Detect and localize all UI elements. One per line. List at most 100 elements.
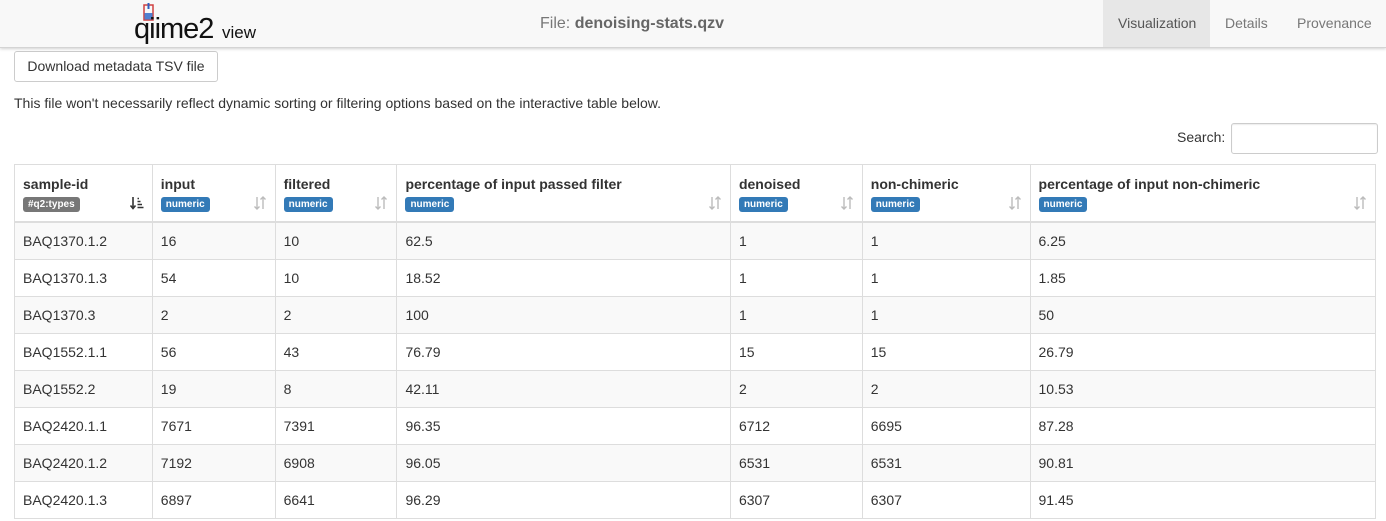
cell-sample-id: BAQ1370.3 bbox=[15, 297, 153, 333]
column-name: percentage of input non-chimeric bbox=[1038, 176, 1261, 192]
cell-percentage-non-chimeric: 87.28 bbox=[1038, 418, 1074, 434]
cell-percentage-non-chimeric: 91.45 bbox=[1038, 492, 1074, 508]
cell-sample-id: BAQ2420.1.3 bbox=[15, 482, 153, 518]
sort-icon[interactable] bbox=[253, 196, 267, 210]
cell-filtered: 8 bbox=[276, 371, 398, 407]
sort-icon[interactable] bbox=[1008, 196, 1022, 210]
cell-sample-id: BAQ1370.1.3 bbox=[15, 260, 153, 296]
column-header-filtered[interactable]: filtered numeric bbox=[276, 165, 398, 221]
table-row: BAQ1370.1.3 54 10 18.52 1 1 1.85 bbox=[15, 260, 1375, 297]
type-badge: #q2:types bbox=[23, 197, 80, 212]
download-metadata-button[interactable]: Download metadata TSV file bbox=[14, 51, 218, 82]
column-name: percentage of input passed filter bbox=[405, 176, 622, 192]
table-row: BAQ2420.1.1 7671 7391 96.35 6712 6695 87… bbox=[15, 408, 1375, 445]
cell-percentage-passed-filter: 42.11 bbox=[397, 371, 731, 407]
type-badge: numeric bbox=[283, 197, 333, 212]
cell-percentage-passed-filter: 100 bbox=[397, 297, 731, 333]
cell-percentage-passed-filter: 96.35 bbox=[397, 408, 731, 444]
cell-non-chimeric: 6531 bbox=[863, 445, 1031, 481]
cell-filtered: 43 bbox=[276, 334, 398, 370]
cell-percentage-non-chimeric: 26.79 bbox=[1038, 344, 1074, 360]
brand-sub: view bbox=[222, 23, 257, 42]
table-row: BAQ1370.1.2 16 10 62.5 1 1 6.25 bbox=[15, 223, 1375, 260]
column-name: sample-id bbox=[23, 176, 89, 192]
navbar: qiime2 view File: denoising-stats.qzv Vi… bbox=[0, 0, 1386, 48]
column-name: filtered bbox=[283, 176, 331, 192]
type-badge: numeric bbox=[1038, 197, 1088, 212]
cell-input: 7192 bbox=[153, 445, 276, 481]
cell-non-chimeric: 15 bbox=[863, 334, 1031, 370]
cell-input: 19 bbox=[153, 371, 276, 407]
cell-sample-id: BAQ2420.1.2 bbox=[15, 445, 153, 481]
cell-denoised: 6307 bbox=[731, 482, 863, 518]
sort-icon[interactable] bbox=[840, 196, 854, 210]
cell-input: 7671 bbox=[153, 408, 276, 444]
type-badge: numeric bbox=[870, 197, 920, 212]
sort-ascending-icon[interactable] bbox=[129, 196, 144, 210]
cell-sample-id: BAQ1552.1.1 bbox=[15, 334, 153, 370]
cell-percentage-non-chimeric: 50 bbox=[1038, 307, 1055, 323]
type-badge: numeric bbox=[405, 197, 455, 212]
cell-percentage-passed-filter: 76.79 bbox=[397, 334, 731, 370]
cell-non-chimeric: 2 bbox=[863, 371, 1031, 407]
sort-icon[interactable] bbox=[1353, 196, 1367, 210]
table-row: BAQ2420.1.2 7192 6908 96.05 6531 6531 90… bbox=[15, 445, 1375, 482]
cell-denoised: 1 bbox=[731, 260, 863, 296]
cell-filtered: 7391 bbox=[276, 408, 398, 444]
file-title: File: denoising-stats.qzv bbox=[540, 15, 724, 33]
download-note: This file won't necessarily reflect dyna… bbox=[14, 95, 662, 111]
cell-denoised: 6531 bbox=[731, 445, 863, 481]
cell-percentage-passed-filter: 96.29 bbox=[397, 482, 731, 518]
cell-sample-id: BAQ1552.2 bbox=[15, 371, 153, 407]
search-input[interactable] bbox=[1231, 123, 1378, 154]
cell-percentage-non-chimeric: 90.81 bbox=[1038, 455, 1074, 471]
column-header-sample-id[interactable]: sample-id #q2:types bbox=[15, 165, 153, 221]
type-badge: numeric bbox=[738, 197, 788, 212]
cell-sample-id: BAQ2420.1.1 bbox=[15, 408, 153, 444]
nav-tabs: Visualization Details Provenance bbox=[1103, 0, 1386, 47]
column-header-percentage-passed-filter[interactable]: percentage of input passed filter numeri… bbox=[397, 165, 731, 221]
cell-percentage-passed-filter: 18.52 bbox=[397, 260, 731, 296]
brand-main: qiime2 bbox=[134, 13, 214, 45]
type-badge: numeric bbox=[160, 197, 210, 212]
table-row: BAQ1370.3 2 2 100 1 1 50 bbox=[15, 297, 1375, 334]
cell-denoised: 15 bbox=[731, 334, 863, 370]
sort-icon[interactable] bbox=[708, 196, 722, 210]
cell-denoised: 1 bbox=[731, 297, 863, 333]
cell-input: 56 bbox=[153, 334, 276, 370]
sort-icon[interactable] bbox=[374, 196, 388, 210]
cell-denoised: 6712 bbox=[731, 408, 863, 444]
cell-percentage-non-chimeric: 10.53 bbox=[1038, 381, 1074, 397]
cell-non-chimeric: 1 bbox=[863, 223, 1031, 259]
cell-filtered: 6908 bbox=[276, 445, 398, 481]
column-header-denoised[interactable]: denoised numeric bbox=[731, 165, 863, 221]
table-row: BAQ1552.2 19 8 42.11 2 2 10.53 bbox=[15, 371, 1375, 408]
column-header-percentage-non-chimeric[interactable]: percentage of input non-chimeric numeric bbox=[1031, 165, 1375, 221]
cell-input: 2 bbox=[153, 297, 276, 333]
metadata-table: sample-id #q2:types input numeric filter… bbox=[14, 164, 1376, 519]
file-label: File: bbox=[540, 15, 571, 32]
cell-sample-id: BAQ1370.1.2 bbox=[15, 223, 153, 259]
cell-non-chimeric: 6307 bbox=[863, 482, 1031, 518]
qiime2-view-logo[interactable]: qiime2 view bbox=[134, 3, 264, 45]
table-header-row: sample-id #q2:types input numeric filter… bbox=[15, 165, 1375, 223]
file-name: denoising-stats.qzv bbox=[574, 15, 725, 32]
column-header-non-chimeric[interactable]: non-chimeric numeric bbox=[863, 165, 1031, 221]
cell-denoised: 1 bbox=[731, 223, 863, 259]
tab-provenance[interactable]: Provenance bbox=[1282, 0, 1386, 47]
table-row: BAQ1552.1.1 56 43 76.79 15 15 26.79 bbox=[15, 334, 1375, 371]
search-label: Search: bbox=[1177, 129, 1226, 145]
cell-input: 16 bbox=[153, 223, 276, 259]
cell-non-chimeric: 1 bbox=[863, 297, 1031, 333]
cell-input: 6897 bbox=[153, 482, 276, 518]
cell-percentage-non-chimeric: 6.25 bbox=[1038, 233, 1066, 249]
tab-details[interactable]: Details bbox=[1210, 0, 1282, 47]
cell-filtered: 10 bbox=[276, 223, 398, 259]
cell-non-chimeric: 1 bbox=[863, 260, 1031, 296]
tab-visualization[interactable]: Visualization bbox=[1103, 0, 1210, 47]
cell-percentage-passed-filter: 62.5 bbox=[397, 223, 731, 259]
cell-non-chimeric: 6695 bbox=[863, 408, 1031, 444]
table-row: BAQ2420.1.3 6897 6641 96.29 6307 6307 91… bbox=[15, 482, 1375, 519]
cell-percentage-passed-filter: 96.05 bbox=[397, 445, 731, 481]
column-header-input[interactable]: input numeric bbox=[153, 165, 276, 221]
